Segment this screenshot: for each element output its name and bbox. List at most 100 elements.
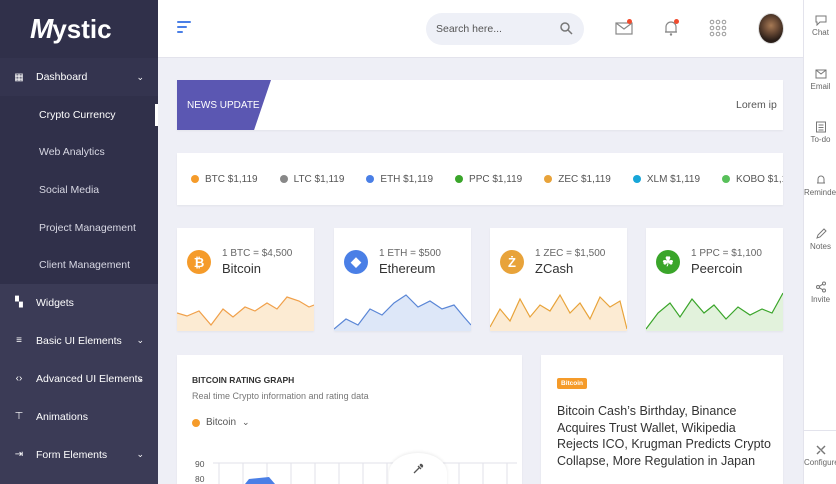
- ticker-item[interactable]: LTC $1,119: [279, 173, 345, 185]
- rail-label: Chat: [812, 28, 829, 37]
- ticker-item[interactable]: KOBO $1,119: [722, 174, 783, 185]
- ticker-item[interactable]: ZEC $1,119: [544, 174, 611, 185]
- app-logo[interactable]: M ystic: [0, 0, 158, 58]
- btc-icon: [191, 175, 199, 183]
- eth-icon: [366, 175, 375, 183]
- coin-name: Ethereum: [379, 261, 436, 276]
- coin-card-ethereum[interactable]: ◆ 1 ETH = $500 Ethereum: [334, 228, 471, 331]
- sidebar-item-client-management[interactable]: Client Management: [0, 246, 158, 284]
- bitcoin-icon: ₿: [187, 250, 211, 274]
- chevron-down-icon: ⌄: [136, 71, 144, 82]
- news-ticker-text[interactable]: Lorem ip: [736, 99, 777, 111]
- sign-in-icon: ⇥: [14, 449, 24, 461]
- zcash-sparkline: [490, 293, 627, 331]
- rail-todo[interactable]: To-do: [804, 121, 836, 144]
- coin-name: Peercoin: [691, 261, 743, 276]
- ticker-item[interactable]: XLM $1,119: [632, 173, 701, 185]
- logo-text: ystic: [52, 13, 112, 44]
- coin-card-peercoin[interactable]: ☘ 1 PPC = $1,100 Peercoin: [646, 228, 783, 331]
- paint-roller-icon: ⊤: [14, 411, 24, 423]
- ticker-item[interactable]: ETH $1,119: [366, 174, 433, 185]
- zec-icon: [544, 175, 553, 183]
- rail-label: To-do: [810, 135, 831, 144]
- ticker-label: ZEC $1,119: [558, 173, 611, 185]
- coin-card-bitcoin[interactable]: ₿ 1 BTC = $4,500 Bitcoin: [177, 228, 314, 331]
- bitcoin-sparkline: [177, 296, 314, 331]
- ethereum-icon: ◆: [344, 250, 368, 274]
- news-update-bar: NEWS UPDATE Lorem ip: [177, 80, 783, 130]
- y-tick-label: 90: [195, 459, 205, 469]
- news-update-tag: NEWS UPDATE: [177, 80, 271, 130]
- rail-label: Email: [810, 82, 831, 91]
- sidebar-item-basic-ui[interactable]: ≡ Basic UI Elements ⌄: [0, 322, 158, 360]
- xlm-icon: [632, 175, 641, 183]
- ppc-icon: [455, 175, 464, 183]
- menu-toggle-icon[interactable]: [177, 21, 191, 35]
- eyedropper-icon: [413, 463, 424, 474]
- sidebar: M ystic ▦ Dashboard ⌄ Crypto Currency We…: [0, 0, 158, 484]
- price-ticker: BTC $1,119 LTC $1,119 ETH $1,119 PPC $1,…: [177, 153, 783, 205]
- dashboard-icon: ▦: [14, 71, 24, 83]
- sidebar-item-widgets[interactable]: ▚ Widgets: [0, 284, 158, 322]
- bell-notification-dot: [674, 19, 679, 24]
- rail-invite[interactable]: Invite: [804, 281, 836, 304]
- graph-subtitle: Real time Crypto information and rating …: [192, 391, 369, 401]
- ticker-item[interactable]: PPC $1,119: [455, 174, 522, 185]
- coin-name: Bitcoin: [222, 261, 262, 276]
- ticker-label: XLM $1,119: [646, 173, 701, 185]
- sidebar-item-dashboard[interactable]: ▦ Dashboard ⌄: [0, 58, 158, 96]
- coin-rate: 1 PPC = $1,100: [691, 248, 762, 259]
- ticker-label: ETH $1,119: [380, 173, 434, 185]
- sidebar-item-label: Advanced UI Elements: [36, 372, 143, 385]
- sidebar-item-form-elements[interactable]: ⇥ Form Elements ⌄: [0, 436, 158, 474]
- rail-chat[interactable]: Chat: [804, 14, 836, 37]
- pencil-icon: [815, 228, 827, 239]
- filter-icon: ≡: [16, 335, 22, 347]
- search-icon[interactable]: [559, 21, 573, 35]
- ticker-item[interactable]: BTC $1,119: [191, 174, 258, 185]
- sidebar-item-advanced-ui[interactable]: ‹› Advanced UI Elements ⌄: [0, 360, 158, 398]
- ticker-label: BTC $1,119: [205, 173, 258, 185]
- user-avatar[interactable]: [758, 13, 784, 44]
- tools-icon: [816, 445, 825, 455]
- rail-configure[interactable]: Configure: [804, 444, 836, 467]
- sidebar-item-label: Animations: [36, 410, 88, 423]
- chevron-down-icon: ⌄: [136, 335, 144, 346]
- sidebar-item-web-analytics[interactable]: Web Analytics: [0, 134, 158, 172]
- chart-area: [245, 477, 275, 484]
- sidebar-item-project-management[interactable]: Project Management: [0, 209, 158, 247]
- sidebar-item-crypto-currency[interactable]: Crypto Currency: [0, 96, 158, 134]
- rail-email[interactable]: Email: [804, 68, 836, 91]
- ltc-icon: [279, 175, 288, 183]
- rail-label: Configure: [804, 458, 836, 467]
- kobo-icon: [722, 175, 731, 183]
- news-article-card[interactable]: Bitcoin Bitcoin Cash’s Birthday, Binance…: [541, 355, 783, 484]
- sidebar-item-label: Dashboard: [36, 71, 88, 83]
- sidebar-item-social-media[interactable]: Social Media: [0, 171, 158, 209]
- dashboard-submenu: Crypto Currency Web Analytics Social Med…: [0, 96, 158, 284]
- ticker-label: LTC $1,119: [293, 173, 345, 185]
- coin-rate: 1 ETH = $500: [379, 248, 441, 259]
- rail-notes[interactable]: Notes: [804, 228, 836, 251]
- bitcoin-rating-graph-card: BITCOIN RATING GRAPH Real time Crypto in…: [177, 355, 522, 484]
- sidebar-item-label: Widgets: [36, 296, 74, 309]
- rating-chart: 90 80: [195, 459, 517, 484]
- y-tick-label: 80: [195, 474, 205, 484]
- rail-reminder[interactable]: Reminder: [804, 174, 836, 197]
- ticker-label: KOBO $1,119: [736, 173, 783, 185]
- apps-grid-icon[interactable]: [709, 19, 727, 37]
- right-rail: Chat Email To-do Reminder Notes Invite C…: [803, 0, 836, 484]
- bell-icon: [816, 175, 825, 184]
- chevron-down-icon: ⌄: [242, 417, 250, 427]
- coin-name: ZCash: [535, 261, 574, 276]
- zcash-icon: Ż: [500, 250, 524, 274]
- coin-card-zcash[interactable]: Ż 1 ZEC = $1,500 ZCash: [490, 228, 627, 331]
- coin-rate: 1 ZEC = $1,500: [535, 248, 606, 259]
- article-title[interactable]: Bitcoin Cash’s Birthday, Binance Acquire…: [557, 403, 775, 469]
- peercoin-sparkline: [646, 292, 783, 331]
- top-header: [158, 0, 803, 58]
- coin-select-dropdown[interactable]: Bitcoin ⌄: [192, 417, 250, 428]
- coin-select-value: Bitcoin: [206, 417, 237, 428]
- chevron-down-icon: ⌄: [136, 373, 144, 384]
- sidebar-item-animations[interactable]: ⊤ Animations: [0, 398, 158, 436]
